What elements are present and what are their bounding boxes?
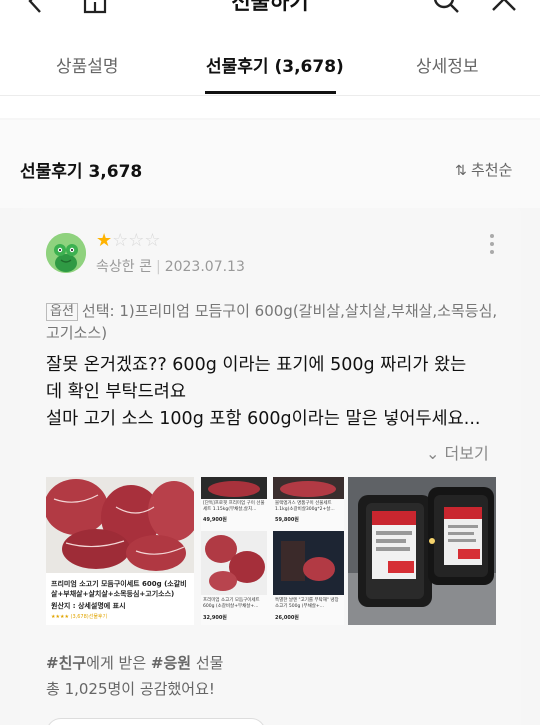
product-price: 49,900원	[203, 517, 227, 523]
product-name: 프리미엄 소고기 모듬구이세트 600g (소갈비살+부채살+...	[203, 598, 260, 609]
product-price: 26,000원	[275, 615, 299, 621]
star-filled-icon: ★	[96, 230, 113, 251]
packaged-meat-photo	[348, 477, 496, 625]
reviewer-meta: 속상한 콘 | 2023.07.13	[96, 256, 245, 276]
avatar	[46, 233, 86, 273]
search-icon[interactable]	[432, 0, 460, 16]
review-date: 2023.07.13	[164, 259, 245, 275]
photo1-footer: ★★★★ (3,678)선물후기	[51, 614, 108, 620]
option-text: 선택: 1)프리미엄 모듬구이 600g(갈비살,살치살,부채살,소목등심,고기…	[46, 302, 498, 342]
character-avatar-icon	[46, 233, 86, 273]
review-photo[interactable]: 프리미엄 소고기 모듬구이세트 600g (소갈비살+부채살+살치살+소목등심+…	[46, 477, 194, 625]
top-bar: 선물하기	[0, 0, 540, 20]
sort-button[interactable]: ⇅ 추천순	[455, 159, 512, 180]
gift-context-text: 에게 받은	[86, 654, 151, 672]
see-more-label: 더보기	[444, 444, 489, 463]
star-empty-icon: ☆	[144, 230, 161, 251]
friend-hashtag[interactable]: #친구	[46, 654, 86, 672]
product-price: 59,800원	[275, 517, 299, 523]
active-tab-indicator	[205, 91, 336, 94]
meta-separator: |	[155, 259, 161, 275]
sort-icon: ⇅	[455, 163, 467, 179]
product-price: 32,900원	[203, 615, 227, 621]
review-photos: 프리미엄 소고기 모듬구이세트 600g (소갈비살+부채살+살치살+소목등심+…	[46, 477, 496, 625]
empathy-button[interactable]	[46, 718, 266, 725]
chevron-down-icon: ⌄	[426, 444, 440, 463]
review-body: 잘못 온거겠죠?? 600g 이라는 표기에 500g 짜리가 왔는 데 확인 …	[46, 352, 502, 433]
cheer-hashtag[interactable]: #응원	[151, 654, 191, 672]
reviews-count-title: 선물후기 3,678	[20, 162, 143, 182]
review-photo[interactable]	[348, 477, 496, 625]
review-text-line: 데 확인 부탁드려요	[46, 382, 186, 402]
reviewer-name: 속상한 콘	[96, 259, 152, 275]
gift-context-suffix: 선물	[191, 654, 224, 672]
more-options-icon[interactable]	[486, 234, 498, 256]
photo1-title: 프리미엄 소고기 모듬구이세트 600g (소갈비살+부채살+살치살+소목등심+…	[51, 580, 187, 598]
review-card	[20, 208, 521, 725]
product-name: 특별한 날엔 "고기를 부탁해" 냉장 소고기 500g (부채살+...	[275, 598, 339, 609]
purchased-option: 옵션 선택: 1)프리미엄 모듬구이 600g(갈비살,살치살,부채살,소목등심,…	[46, 300, 502, 344]
see-more-button[interactable]: ⌄ 더보기	[426, 440, 489, 464]
review-photo[interactable]: [단독]프로핏 프리미엄 구이 선물세트 1.15kg(부채살,살치... 49…	[201, 477, 344, 625]
photo1-origin: 원산지 : 상세설명에 표시	[51, 602, 126, 610]
star-empty-icon: ☆	[112, 230, 129, 251]
rating-stars: ★☆☆☆	[96, 230, 161, 251]
empathy-count: 총 1,025명이 공감했어요!	[46, 680, 215, 698]
product-name: [단독]프로핏 프리미엄 구이 선물세트 1.15kg(부채살,살치...	[203, 501, 265, 512]
sort-label: 추천순	[471, 161, 513, 179]
tab-bar: 상품설명 선물후기 (3,678) 상세정보	[0, 40, 540, 96]
product-name: 블랙앵거스 명품구이 선물세트 1.1kg(소갈비살300g*2+살...	[275, 501, 335, 512]
option-badge: 옵션	[46, 303, 78, 321]
tab-product-description[interactable]: 상품설명	[56, 52, 119, 94]
tab-detail-info[interactable]: 상세정보	[416, 52, 479, 94]
gift-context: #친구에게 받은 #응원 선물	[46, 652, 223, 673]
close-icon[interactable]	[490, 0, 518, 16]
review-text-line: 잘못 온거겠죠?? 600g 이라는 표기에 500g 짜리가 왔는	[46, 355, 467, 375]
tab-gift-reviews[interactable]: 선물후기 (3,678)	[206, 52, 344, 94]
review-text-line: 설마 고기 소스 100g 포함 600g이라는 말은 넣어두세요...	[46, 409, 481, 429]
star-empty-icon: ☆	[128, 230, 145, 251]
